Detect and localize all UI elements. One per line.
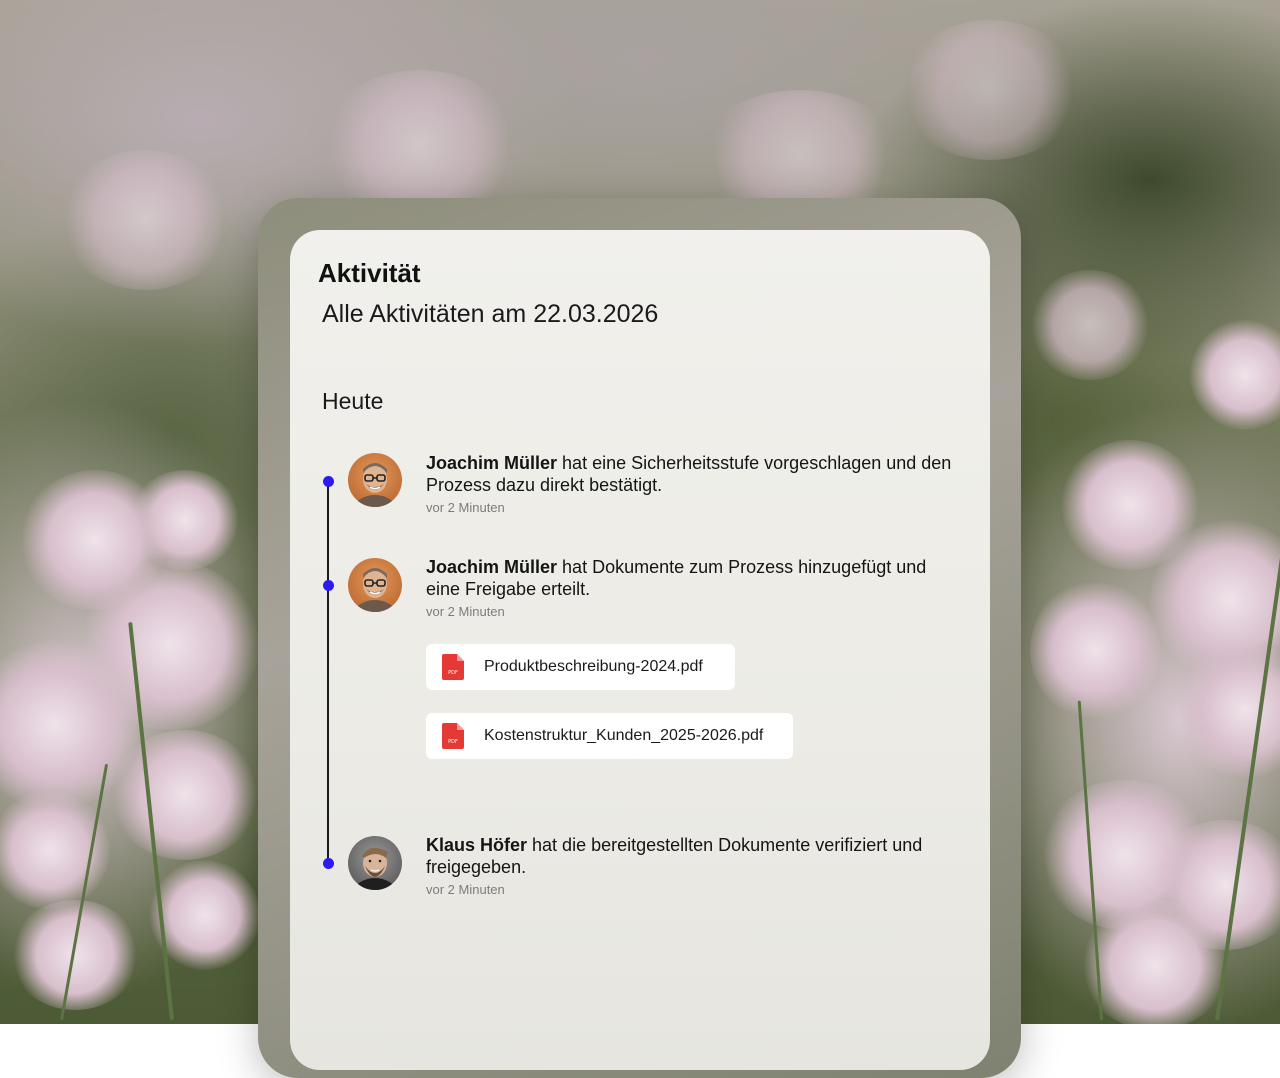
avatar-joachim-mueller[interactable] (348, 558, 402, 612)
pdf-file-icon: PDF (442, 654, 464, 680)
background-blossom (900, 20, 1080, 160)
activity-user-name[interactable]: Joachim Müller (426, 453, 557, 473)
background-blossom (0, 790, 110, 910)
background-blossom (1030, 270, 1150, 380)
timeline-line (327, 482, 329, 864)
pdf-file-icon: PDF (442, 723, 464, 749)
timeline-dot (323, 476, 334, 487)
card-title: Aktivität (318, 258, 421, 288)
activity-text: Joachim Müller hat Dokumente zum Prozess… (426, 556, 956, 600)
background-blossom (10, 900, 140, 1010)
file-name: Kostenstruktur_Kunden_2025-2026.pdf (484, 727, 764, 744)
section-label-today: Heute (322, 388, 384, 414)
activity-user-name[interactable]: Joachim Müller (426, 557, 557, 577)
avatar-klaus-hoefer[interactable] (348, 836, 402, 890)
background-blossom (130, 470, 240, 570)
file-attachment[interactable]: PDF Kostenstruktur_Kunden_2025-2026.pdf (426, 713, 793, 759)
background-blossom (1030, 580, 1160, 720)
background-blossom (1080, 900, 1230, 1024)
activity-timestamp: vor 2 Minuten (426, 500, 505, 515)
activity-timestamp: vor 2 Minuten (426, 604, 505, 619)
background-blossom (60, 150, 230, 290)
avatar-portrait-icon (348, 836, 402, 890)
file-name: Produktbeschreibung-2024.pdf (484, 658, 703, 675)
activity-text: Joachim Müller hat eine Sicherheitsstufe… (426, 452, 956, 496)
timeline-dot (323, 580, 334, 591)
activity-timestamp: vor 2 Minuten (426, 882, 505, 897)
activity-text: Klaus Höfer hat die bereitgestellten Dok… (426, 834, 956, 878)
avatar-joachim-mueller[interactable] (348, 453, 402, 507)
background-blossom (110, 730, 260, 860)
activity-user-name[interactable]: Klaus Höfer (426, 835, 527, 855)
svg-text:PDF: PDF (448, 670, 458, 676)
file-attachment[interactable]: PDF Produktbeschreibung-2024.pdf (426, 644, 735, 690)
timeline-dot (323, 858, 334, 869)
avatar-portrait-icon (348, 558, 402, 612)
background-blossom (1190, 320, 1280, 430)
avatar-portrait-icon (348, 453, 402, 507)
svg-text:PDF: PDF (448, 739, 458, 745)
card-subtitle: Alle Aktivitäten am 22.03.2026 (322, 300, 659, 328)
